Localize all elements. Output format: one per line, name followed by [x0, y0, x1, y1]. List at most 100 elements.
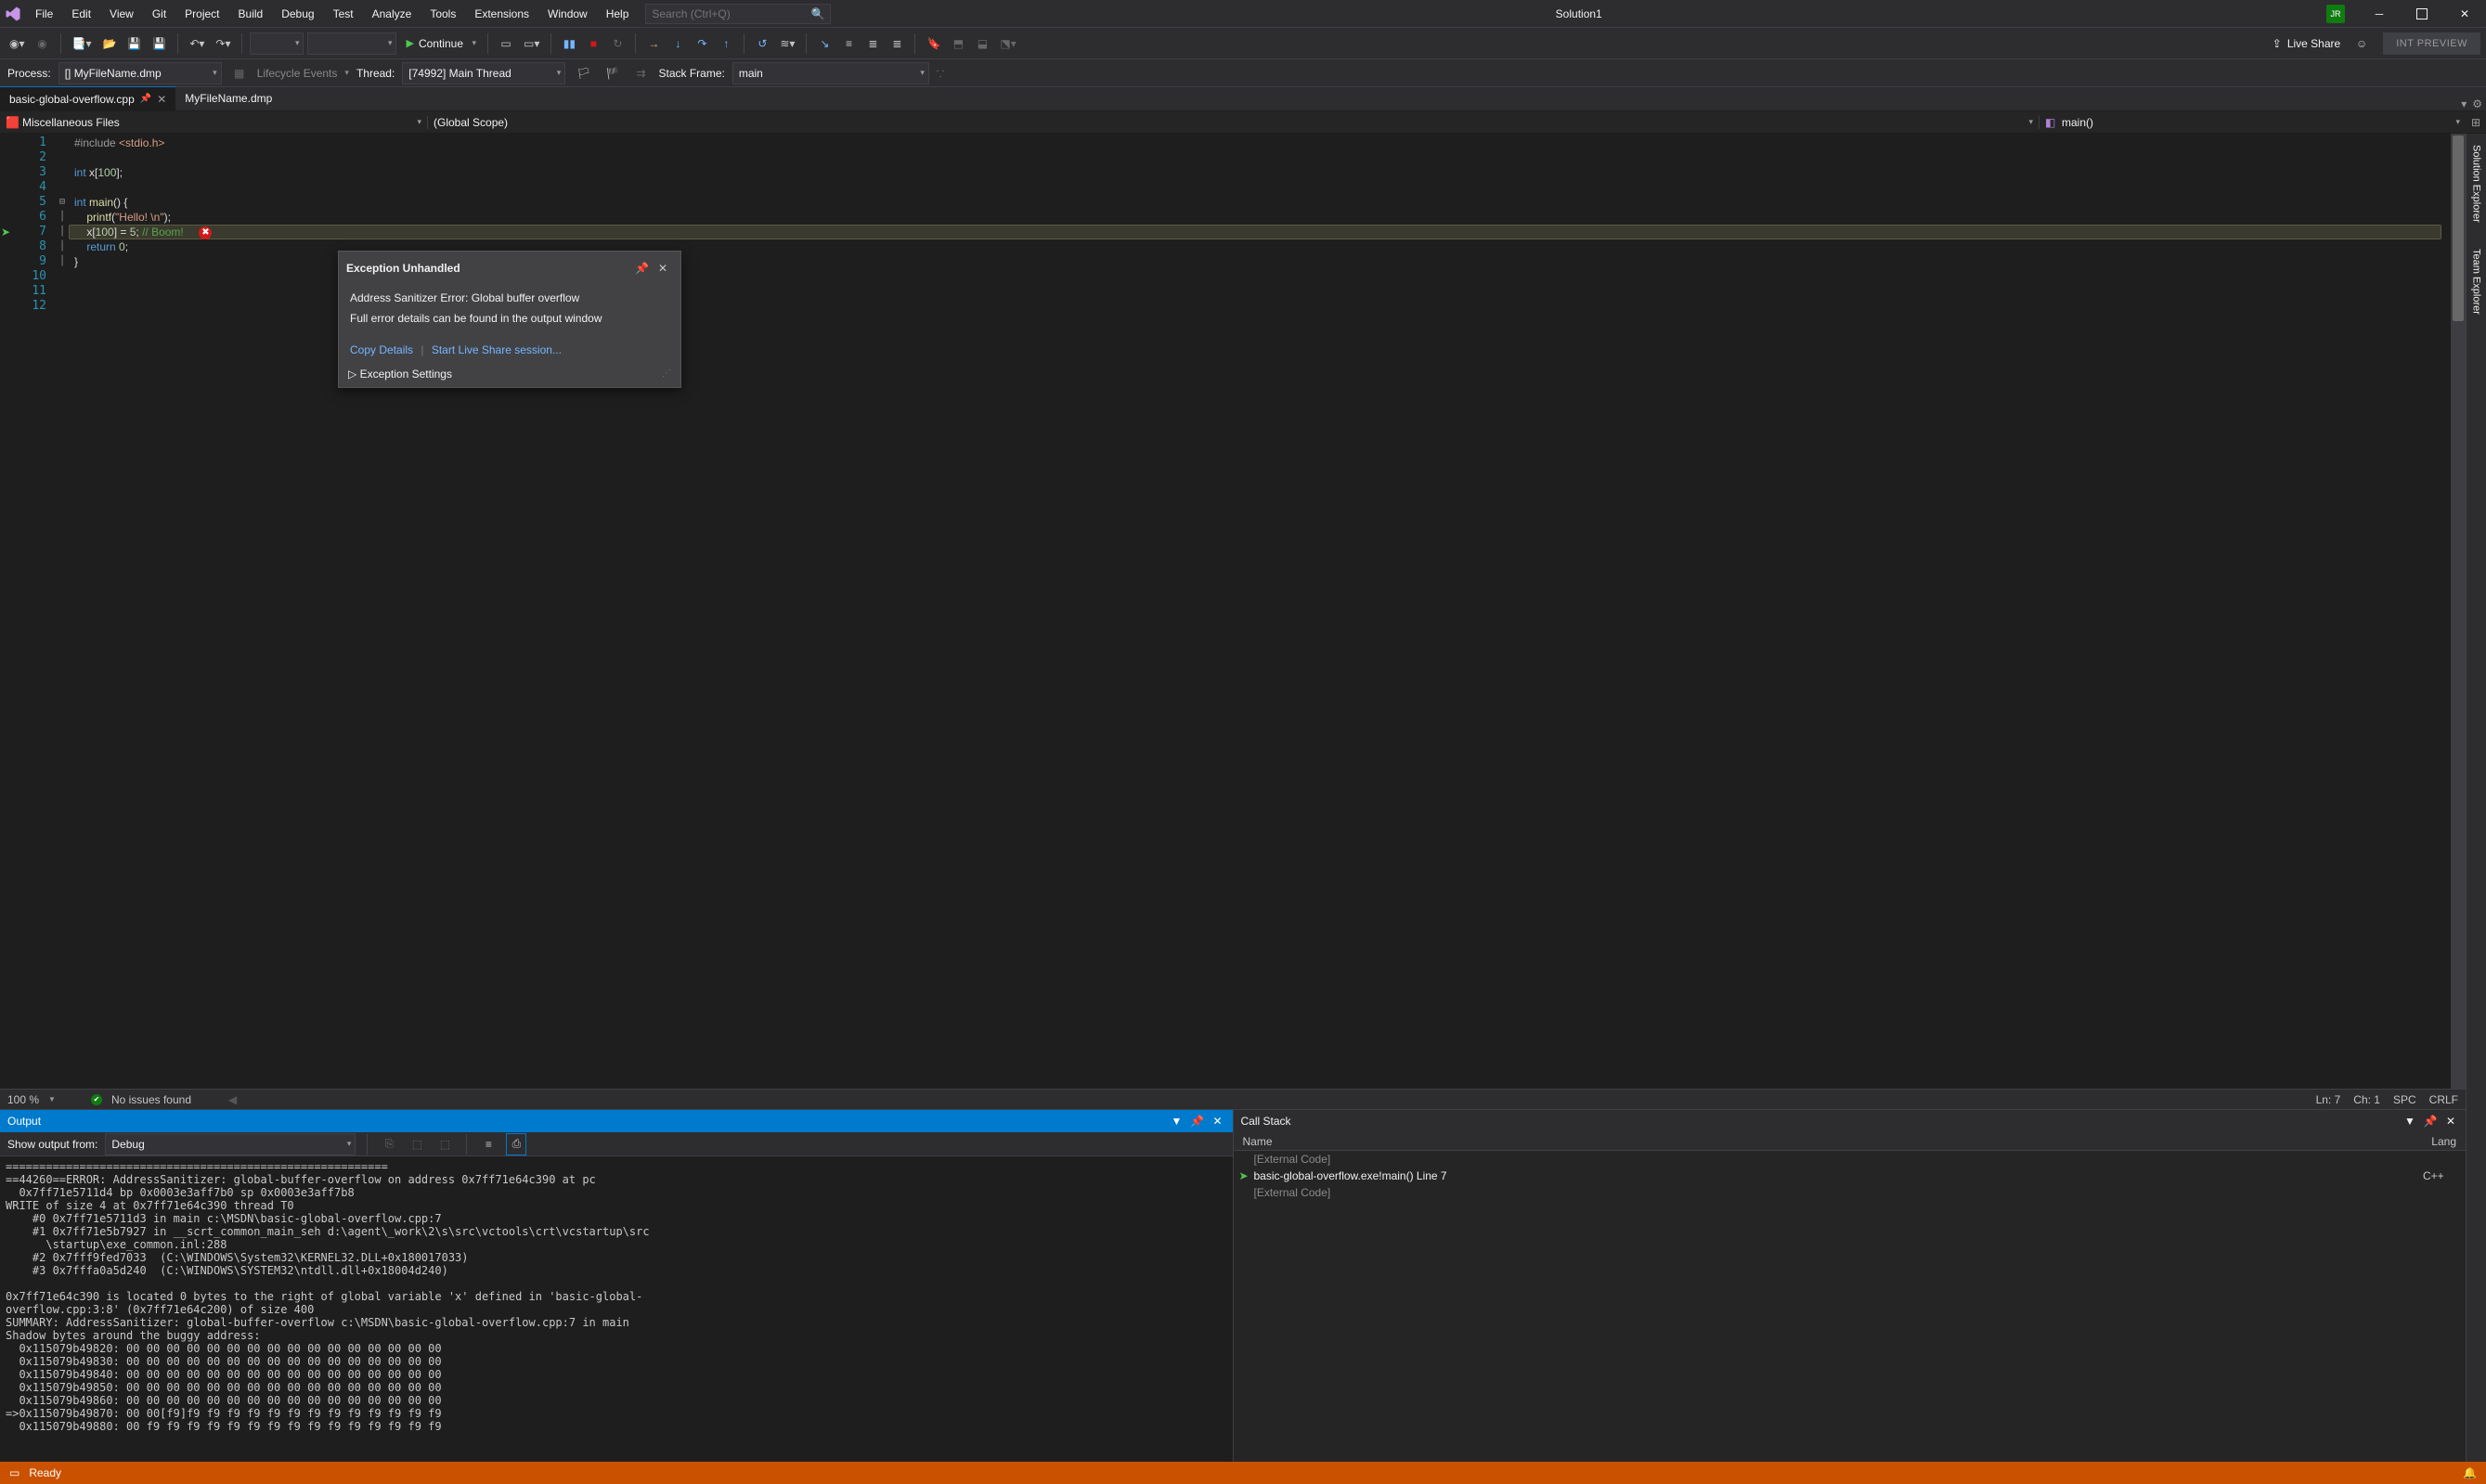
- config-dropdown[interactable]: [250, 32, 304, 55]
- tb-icon-d[interactable]: ≡: [838, 32, 859, 55]
- minimize-button[interactable]: ─: [2358, 0, 2401, 27]
- menu-analyze[interactable]: Analyze: [363, 2, 421, 26]
- tb-icon-1[interactable]: ▭: [496, 32, 516, 55]
- menu-build[interactable]: Build: [229, 2, 273, 26]
- nav-fwd-button[interactable]: ◉: [32, 32, 53, 55]
- tb-icon-e[interactable]: ≣: [862, 32, 883, 55]
- pause-icon[interactable]: ▮▮: [559, 32, 579, 55]
- tb-icon-b[interactable]: ≋▾: [776, 32, 798, 55]
- fold-gutter[interactable]: ⊟││││: [56, 134, 69, 1089]
- editor-scrollbar[interactable]: [2451, 134, 2466, 1089]
- crumb-function[interactable]: ◧ main(): [2039, 116, 2466, 129]
- thread-icon-2[interactable]: 🏴: [602, 62, 624, 84]
- platform-dropdown[interactable]: [307, 32, 396, 55]
- side-tab-solution-explorer[interactable]: Solution Explorer: [2469, 139, 2484, 228]
- panel-dropdown-icon[interactable]: ▼: [2402, 1115, 2417, 1128]
- side-tab-team-explorer[interactable]: Team Explorer: [2469, 243, 2484, 320]
- pin-icon[interactable]: 📌: [140, 94, 151, 104]
- resize-grip-icon[interactable]: ⋰: [662, 367, 671, 381]
- redo-button[interactable]: ↷▾: [212, 32, 234, 55]
- callstack-row[interactable]: [External Code]: [1234, 1151, 2467, 1168]
- out-icon-5[interactable]: ⎙: [506, 1133, 526, 1155]
- process-dropdown[interactable]: [] MyFileName.dmp: [58, 62, 222, 84]
- bookmark-prev-icon[interactable]: ⬒: [948, 32, 968, 55]
- tab-active-file[interactable]: basic-global-overflow.cpp 📌 ✕: [0, 86, 175, 110]
- save-icon[interactable]: 💾: [123, 32, 145, 55]
- h-scroll-left-icon[interactable]: ◀: [228, 1093, 237, 1106]
- pin-icon[interactable]: 📌: [631, 257, 653, 279]
- indent-indicator[interactable]: SPC: [2393, 1093, 2416, 1106]
- menu-git[interactable]: Git: [143, 2, 175, 26]
- copy-details-link[interactable]: Copy Details: [350, 343, 413, 356]
- callstack-row[interactable]: [External Code]: [1234, 1184, 2467, 1201]
- out-icon-3[interactable]: ⬚: [434, 1133, 455, 1155]
- crumb-scope[interactable]: (Global Scope): [427, 116, 2039, 129]
- menu-help[interactable]: Help: [597, 2, 639, 26]
- tab-close-icon[interactable]: ✕: [157, 93, 166, 106]
- out-icon-1[interactable]: ⎘: [379, 1133, 399, 1155]
- thread-icon-1[interactable]: 🏳: [573, 62, 594, 84]
- menu-extensions[interactable]: Extensions: [465, 2, 538, 26]
- tb-icon-2[interactable]: ▭▾: [520, 32, 543, 55]
- search-input[interactable]: [652, 7, 800, 20]
- open-icon[interactable]: 📂: [98, 32, 120, 55]
- undo-button[interactable]: ↶▾: [186, 32, 208, 55]
- nav-back-button[interactable]: ◉▾: [6, 32, 29, 55]
- bookmark-clear-icon[interactable]: ⬔▾: [996, 32, 1019, 55]
- close-window-button[interactable]: ✕: [2443, 0, 2486, 27]
- user-badge[interactable]: JR: [2326, 5, 2345, 23]
- eol-indicator[interactable]: CRLF: [2429, 1093, 2458, 1106]
- feedback-icon[interactable]: ☺: [2351, 32, 2372, 55]
- bookmark-next-icon[interactable]: ⬓: [972, 32, 992, 55]
- new-item-button[interactable]: 📑▾: [69, 32, 96, 55]
- panel-pin-icon[interactable]: 📌: [2423, 1115, 2438, 1128]
- stop-icon[interactable]: ■: [583, 32, 603, 55]
- panel-close-icon[interactable]: ✕: [1211, 1115, 1225, 1128]
- menu-test[interactable]: Test: [324, 2, 363, 26]
- menu-window[interactable]: Window: [538, 2, 597, 26]
- split-editor-icon[interactable]: ⊞: [2466, 116, 2486, 129]
- panel-close-icon[interactable]: ✕: [2443, 1115, 2458, 1128]
- crumb-project[interactable]: 🟥 Miscellaneous Files: [0, 116, 427, 129]
- live-share-button[interactable]: ⇪ Live Share: [2265, 37, 2348, 50]
- tb-icon-a[interactable]: ↺: [752, 32, 772, 55]
- maximize-button[interactable]: [2401, 0, 2443, 27]
- output-source-dropdown[interactable]: Debug: [105, 1133, 356, 1155]
- code-editor[interactable]: ➤ 123456789101112 ⊟││││ #include <stdio.…: [0, 134, 2466, 1089]
- callstack-header[interactable]: Name Lang: [1234, 1132, 2467, 1151]
- menu-edit[interactable]: Edit: [62, 2, 100, 26]
- tb-icon-c[interactable]: ↘: [814, 32, 835, 55]
- search-box[interactable]: 🔍: [645, 4, 831, 24]
- panel-dropdown-icon[interactable]: ▼: [1170, 1115, 1185, 1128]
- tab-overflow-icon[interactable]: ▾: [2461, 97, 2467, 110]
- tab-secondary-file[interactable]: MyFileName.dmp: [175, 86, 281, 110]
- show-next-icon[interactable]: →: [643, 32, 664, 55]
- out-icon-2[interactable]: ⬚: [407, 1133, 427, 1155]
- tb-icon-f[interactable]: ≣: [887, 32, 907, 55]
- panel-pin-icon[interactable]: 📌: [1190, 1115, 1205, 1128]
- callstack-rows[interactable]: [External Code]➤basic-global-overflow.ex…: [1234, 1151, 2467, 1462]
- step-over-icon[interactable]: ↷: [692, 32, 712, 55]
- out-icon-4[interactable]: ≡: [478, 1133, 498, 1155]
- menu-project[interactable]: Project: [175, 2, 228, 26]
- output-text-area[interactable]: ========================================…: [0, 1156, 1233, 1462]
- continue-button[interactable]: ▶ Continue: [400, 32, 480, 55]
- zoom-level[interactable]: 100 %: [7, 1093, 39, 1106]
- start-liveshare-link[interactable]: Start Live Share session...: [432, 343, 562, 356]
- tab-settings-icon[interactable]: ⚙: [2472, 97, 2482, 110]
- step-into-icon[interactable]: ↓: [667, 32, 688, 55]
- bookmark-icon[interactable]: 🔖: [923, 32, 944, 55]
- exception-settings-toggle[interactable]: ▷ Exception Settings: [348, 367, 452, 381]
- lifecycle-icon[interactable]: ▦: [229, 62, 250, 84]
- notifications-icon[interactable]: 🔔: [2463, 1466, 2477, 1479]
- restart-icon[interactable]: ↻: [607, 32, 628, 55]
- thread-icon-3[interactable]: ⇉: [630, 62, 651, 84]
- menu-debug[interactable]: Debug: [272, 2, 323, 26]
- menu-file[interactable]: File: [26, 2, 62, 26]
- save-all-icon[interactable]: 💾: [149, 32, 170, 55]
- thread-dropdown[interactable]: [74992] Main Thread: [402, 62, 565, 84]
- menu-tools[interactable]: Tools: [421, 2, 465, 26]
- menu-view[interactable]: View: [100, 2, 143, 26]
- stackframe-dropdown[interactable]: main: [732, 62, 929, 84]
- callstack-row[interactable]: ➤basic-global-overflow.exe!main() Line 7…: [1234, 1168, 2467, 1184]
